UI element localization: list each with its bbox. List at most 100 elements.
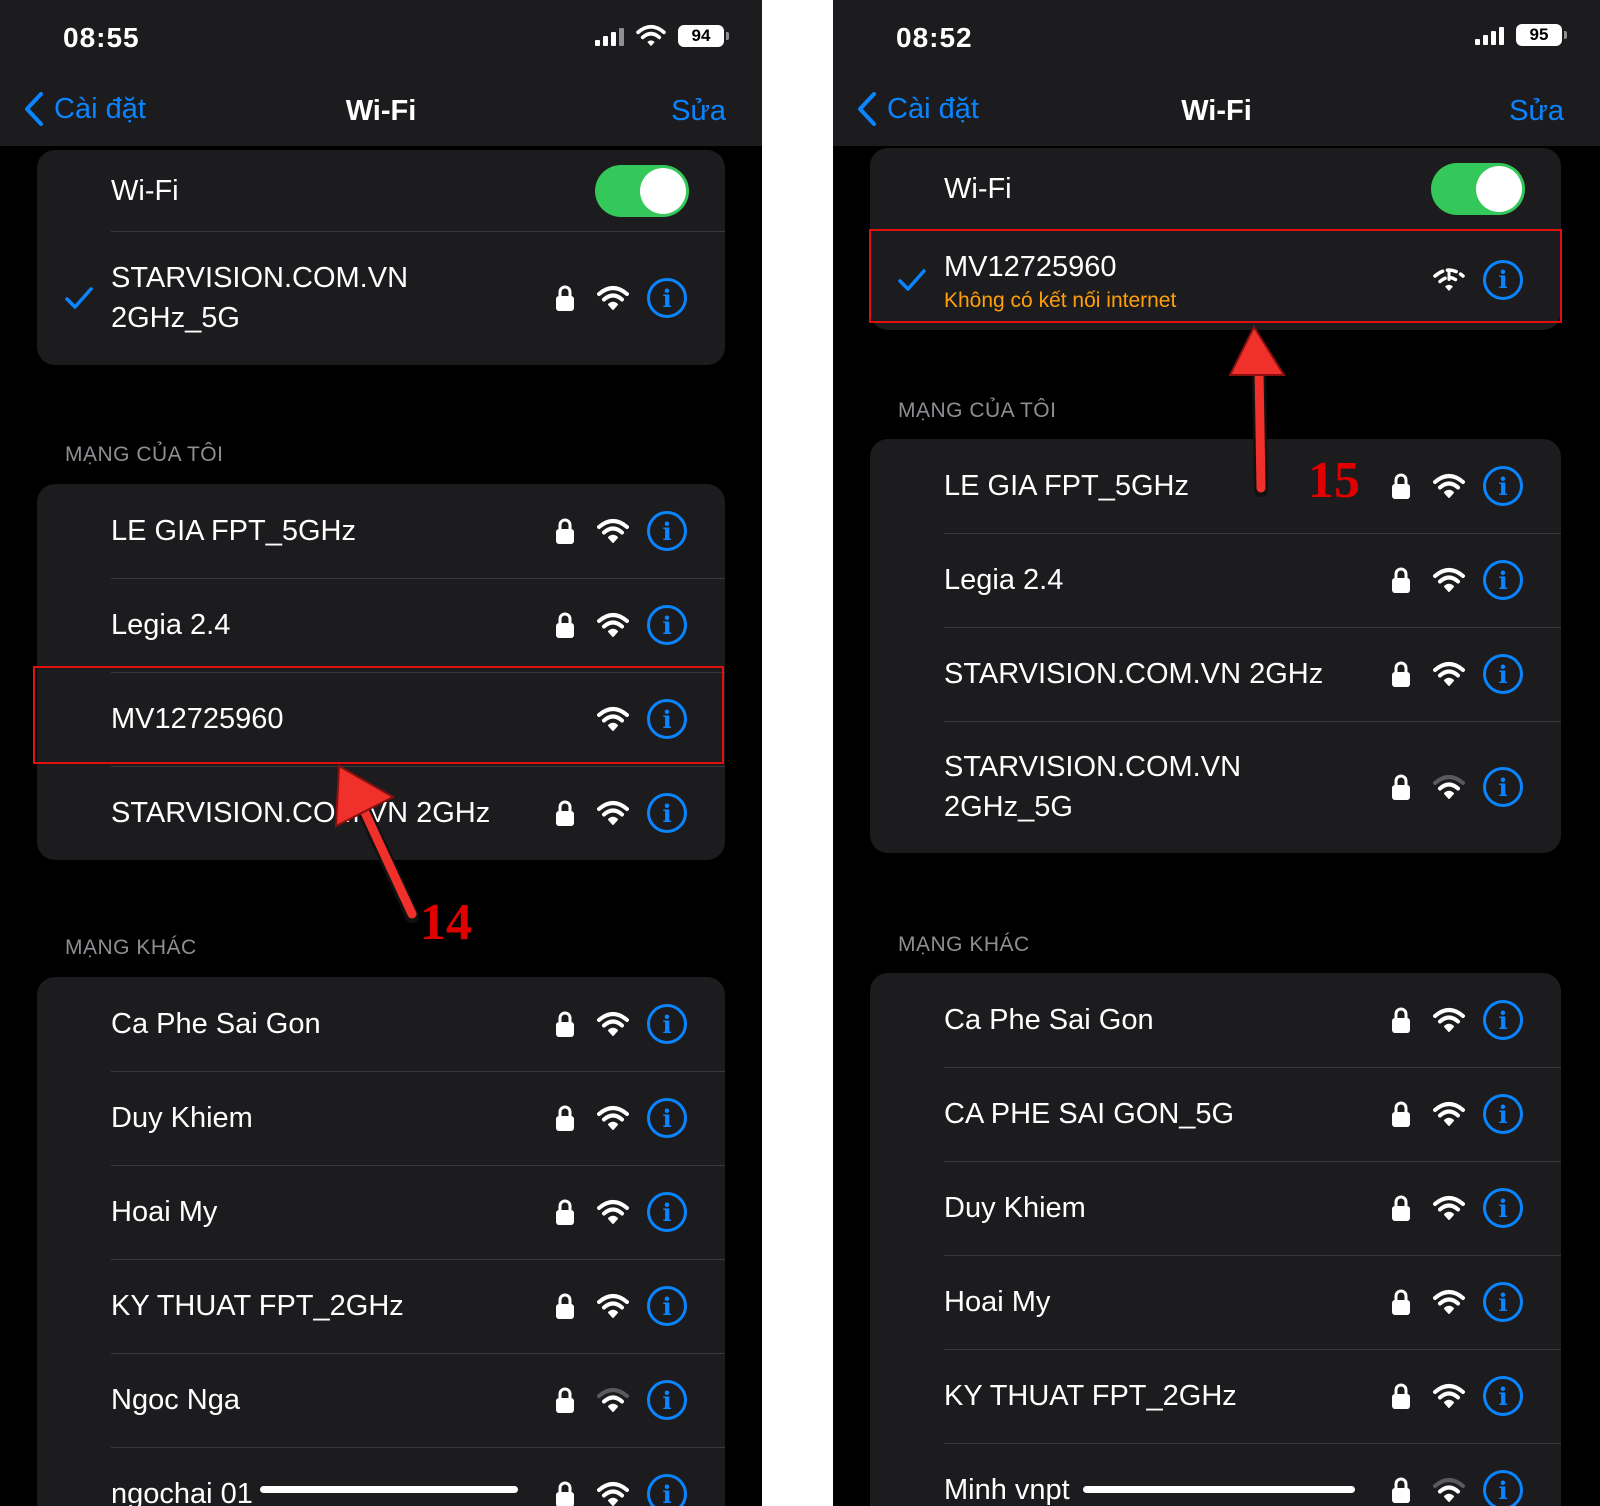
info-icon[interactable]: i <box>647 1380 687 1420</box>
network-row[interactable]: STARVISION.COM.VN 2GHz i <box>870 627 1561 721</box>
wifi-signal-icon <box>1433 473 1465 499</box>
wifi-signal-icon <box>1433 1007 1465 1033</box>
toggle-knob <box>640 167 686 214</box>
network-row[interactable]: Legia 2.4 i <box>870 533 1561 627</box>
lock-icon <box>555 1480 575 1506</box>
network-row[interactable]: MV12725960 i <box>37 672 725 766</box>
network-row[interactable]: KY THUAT FPT_2GHz i <box>870 1349 1561 1443</box>
connected-network-name: STARVISION.COM.VN 2GHz_5G <box>111 262 409 334</box>
network-row[interactable]: Ngoc Nga i <box>37 1353 725 1447</box>
left-screen: 08:55 94 Cài đặt Wi-Fi Sửa Wi-Fi STARVIS… <box>0 0 762 1506</box>
info-icon[interactable]: i <box>1483 1000 1523 1040</box>
lock-icon <box>1391 1288 1411 1316</box>
info-icon[interactable]: i <box>1483 1282 1523 1322</box>
toggle-knob <box>1476 165 1522 212</box>
network-row[interactable]: Ca Phe Sai Gon i <box>870 973 1561 1067</box>
network-row[interactable]: Ca Phe Sai Gon i <box>37 977 725 1071</box>
connected-network-row[interactable]: MV12725960 Không có kết nối internet i <box>870 229 1561 330</box>
connected-network-name: MV12725960 <box>944 250 1117 283</box>
lock-icon <box>555 1292 575 1320</box>
info-icon[interactable]: i <box>647 278 687 318</box>
info-icon[interactable]: i <box>647 1098 687 1138</box>
lock-icon <box>1391 472 1411 500</box>
info-icon[interactable]: i <box>1483 259 1523 300</box>
wifi-signal-icon <box>597 1199 629 1225</box>
network-row[interactable]: Hoai My i <box>870 1255 1561 1349</box>
status-bar: 08:55 94 <box>0 0 762 80</box>
network-row[interactable]: KY THUAT FPT_2GHz i <box>37 1259 725 1353</box>
lock-icon <box>1391 1476 1411 1504</box>
network-row[interactable]: Duy Khiem i <box>37 1071 725 1165</box>
info-icon[interactable]: i <box>1483 1094 1523 1134</box>
right-screen: 08:52 95 Cài đặt Wi-Fi Sửa Wi-Fi MV12725… <box>833 0 1600 1506</box>
info-icon[interactable]: i <box>647 1004 687 1044</box>
info-icon[interactable]: i <box>647 511 687 551</box>
wifi-signal-icon <box>1433 1383 1465 1409</box>
network-row[interactable]: STARVISION.COM.VN 2GHz i <box>37 766 725 860</box>
status-time: 08:55 <box>63 22 140 53</box>
network-name: Duy Khiem <box>944 1192 1086 1224</box>
lock-icon <box>1391 1194 1411 1222</box>
network-row[interactable]: Hoai My i <box>37 1165 725 1259</box>
wifi-signal-icon <box>1433 1195 1465 1221</box>
lock-icon <box>555 1104 575 1132</box>
other-networks-header: MẠNG KHÁC <box>65 936 197 959</box>
lock-icon <box>1391 1006 1411 1034</box>
connection-status: Không có kết nối internet <box>944 288 1177 312</box>
info-icon[interactable]: i <box>1483 466 1523 506</box>
info-icon[interactable]: i <box>647 605 687 645</box>
network-row[interactable]: LE GIA FPT_5GHz i <box>37 484 725 578</box>
wifi-signal-icon <box>597 1293 629 1319</box>
info-icon[interactable]: i <box>1483 1188 1523 1228</box>
network-row[interactable]: CA PHE SAI GON_5G i <box>870 1067 1561 1161</box>
info-icon[interactable]: i <box>1483 1470 1523 1506</box>
network-row[interactable]: Legia 2.4 i <box>37 578 725 672</box>
connected-network-text: MV12725960 Không có kết nối internet <box>944 247 1433 313</box>
connected-network-row[interactable]: STARVISION.COM.VN 2GHz_5G i <box>37 231 725 365</box>
wifi-toggle-label: Wi-Fi <box>944 172 1012 205</box>
wifi-group: Wi-Fi STARVISION.COM.VN 2GHz_5G i <box>37 150 725 365</box>
network-row[interactable]: STARVISION.COM.VN 2GHz_5G i <box>870 721 1561 853</box>
lock-icon <box>1391 1382 1411 1410</box>
step-number: 14 <box>420 894 472 951</box>
wifi-signal-icon <box>597 612 629 638</box>
network-name: STARVISION.COM.VN 2GHz <box>111 797 491 829</box>
wifi-signal-icon <box>1433 1289 1465 1315</box>
edit-button[interactable]: Sửa <box>1509 95 1564 128</box>
info-icon[interactable]: i <box>1483 654 1523 694</box>
network-name: STARVISION.COM.VN 2GHz_5G <box>944 751 1242 823</box>
network-row[interactable]: Minh vnpt i <box>870 1443 1561 1506</box>
info-icon[interactable]: i <box>647 793 687 833</box>
network-name: Ca Phe Sai Gon <box>944 1004 1154 1036</box>
page-title: Wi-Fi <box>1181 95 1252 127</box>
network-row[interactable]: ngochai 01 i <box>37 1447 725 1506</box>
info-icon[interactable]: i <box>647 1192 687 1232</box>
info-icon[interactable]: i <box>647 1474 687 1506</box>
status-icons: 95 <box>1475 24 1567 46</box>
info-icon[interactable]: i <box>647 699 687 739</box>
wifi-toggle-row: Wi-Fi <box>37 150 725 231</box>
my-networks-header: MẠNG CỦA TÔI <box>65 443 224 466</box>
cellular-signal-icon <box>595 26 624 46</box>
info-icon[interactable]: i <box>647 1286 687 1326</box>
wifi-signal-icon <box>597 800 629 826</box>
other-networks-list: Ca Phe Sai Gon i CA PHE SAI GON_5G i Duy Khi… <box>870 973 1561 1506</box>
info-icon[interactable]: i <box>1483 560 1523 600</box>
info-icon[interactable]: i <box>1483 1376 1523 1416</box>
network-row[interactable]: LE GIA FPT_5GHz i <box>870 439 1561 533</box>
wifi-signal-icon <box>1433 774 1465 800</box>
battery-icon: 94 <box>678 25 729 47</box>
other-networks-header: MẠNG KHÁC <box>898 933 1030 956</box>
wifi-signal-icon <box>597 1481 629 1506</box>
wifi-toggle[interactable] <box>1431 162 1525 215</box>
network-name: Ngoc Nga <box>111 1384 240 1416</box>
network-name: Legia 2.4 <box>111 609 231 641</box>
edit-button[interactable]: Sửa <box>671 95 726 128</box>
network-name: MV12725960 <box>111 703 284 735</box>
network-row[interactable]: Duy Khiem i <box>870 1161 1561 1255</box>
wifi-toggle[interactable] <box>595 164 689 217</box>
network-name: STARVISION.COM.VN 2GHz <box>944 658 1324 690</box>
info-icon[interactable]: i <box>1483 767 1523 807</box>
status-bar: 08:52 95 <box>833 0 1600 80</box>
my-networks-list: LE GIA FPT_5GHz i Legia 2.4 i MV12725960 i STA… <box>37 484 725 860</box>
